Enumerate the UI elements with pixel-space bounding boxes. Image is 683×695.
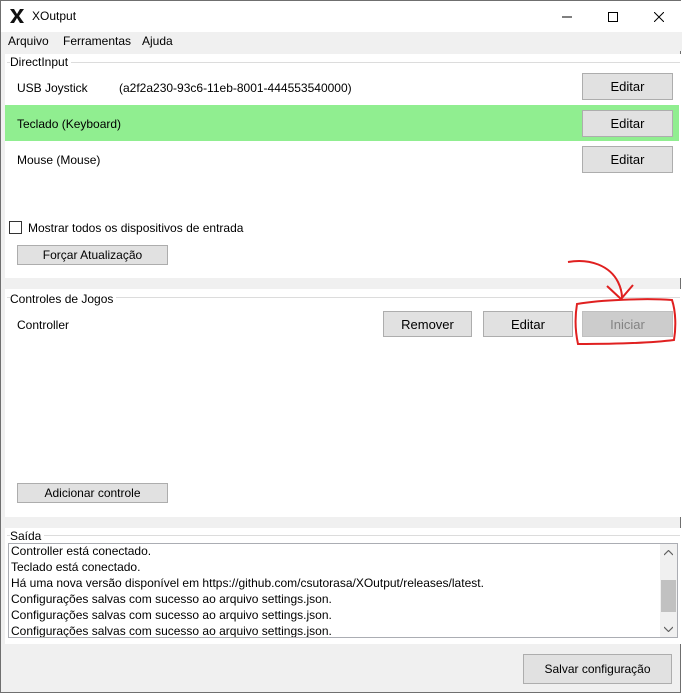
output-log[interactable]: Controller está conectado. Teclado está … xyxy=(8,543,678,638)
edit-usb-joystick-button[interactable]: Editar xyxy=(582,73,673,100)
close-icon xyxy=(654,11,664,22)
minimize-button[interactable] xyxy=(544,1,590,32)
edit-controller-button[interactable]: Editar xyxy=(483,311,573,337)
minimize-icon xyxy=(562,16,572,17)
log-line: Há uma nova versão disponível em https:/… xyxy=(11,576,484,590)
log-scrollbar[interactable] xyxy=(660,544,677,637)
controller-name: Controller xyxy=(17,318,70,332)
directinput-title: DirectInput xyxy=(10,55,72,69)
scroll-up-icon[interactable] xyxy=(663,547,674,558)
log-line: Configurações salvas com sucesso ao arqu… xyxy=(11,624,332,638)
app-window: XOutput Arquivo Ferramentas Ajuda Direct… xyxy=(0,0,682,693)
device-name-usb-joystick: USB Joystick xyxy=(17,81,88,95)
save-config-button[interactable]: Salvar configuração xyxy=(523,654,672,684)
maximize-button[interactable] xyxy=(590,1,636,32)
window-title: XOutput xyxy=(32,9,77,23)
device-id-usb-joystick: (a2f2a230-93c6-11eb-8001-444553540000) xyxy=(119,81,352,95)
directinput-panel: DirectInput USB Joystick (a2f2a230-93c6-… xyxy=(5,54,682,278)
menu-ajuda[interactable]: Ajuda xyxy=(142,34,173,48)
maximize-icon xyxy=(608,11,618,22)
menu-ferramentas[interactable]: Ferramentas xyxy=(63,34,131,48)
device-name-mouse: Mouse (Mouse) xyxy=(17,153,101,167)
title-bar[interactable]: XOutput xyxy=(1,1,682,32)
log-line: Controller está conectado. xyxy=(11,544,152,558)
remove-controller-button[interactable]: Remover xyxy=(383,311,472,337)
menu-bar: Arquivo Ferramentas Ajuda xyxy=(1,32,682,51)
edit-keyboard-button[interactable]: Editar xyxy=(582,110,673,137)
add-controller-button[interactable]: Adicionar controle xyxy=(17,483,168,503)
edit-mouse-button[interactable]: Editar xyxy=(582,146,673,173)
controllers-title: Controles de Jogos xyxy=(10,292,117,306)
scroll-thumb[interactable] xyxy=(661,580,676,612)
log-line: Teclado está conectado. xyxy=(11,560,141,574)
device-name-keyboard: Teclado (Keyboard) xyxy=(17,117,122,131)
start-controller-button[interactable]: Iniciar xyxy=(582,311,673,337)
show-all-devices-label: Mostrar todos os dispositivos de entrada xyxy=(28,221,244,235)
force-refresh-button[interactable]: Forçar Atualização xyxy=(17,245,168,265)
close-button[interactable] xyxy=(636,1,682,32)
menu-arquivo[interactable]: Arquivo xyxy=(8,34,49,48)
scroll-down-icon[interactable] xyxy=(663,623,674,634)
log-line: Configurações salvas com sucesso ao arqu… xyxy=(11,592,332,606)
log-line: Configurações salvas com sucesso ao arqu… xyxy=(11,608,332,622)
controllers-panel: Controles de Jogos Controller Remover Ed… xyxy=(5,289,682,517)
output-title: Saída xyxy=(10,529,45,543)
show-all-devices-checkbox[interactable] xyxy=(9,221,22,234)
xoutput-logo-icon xyxy=(9,8,25,24)
